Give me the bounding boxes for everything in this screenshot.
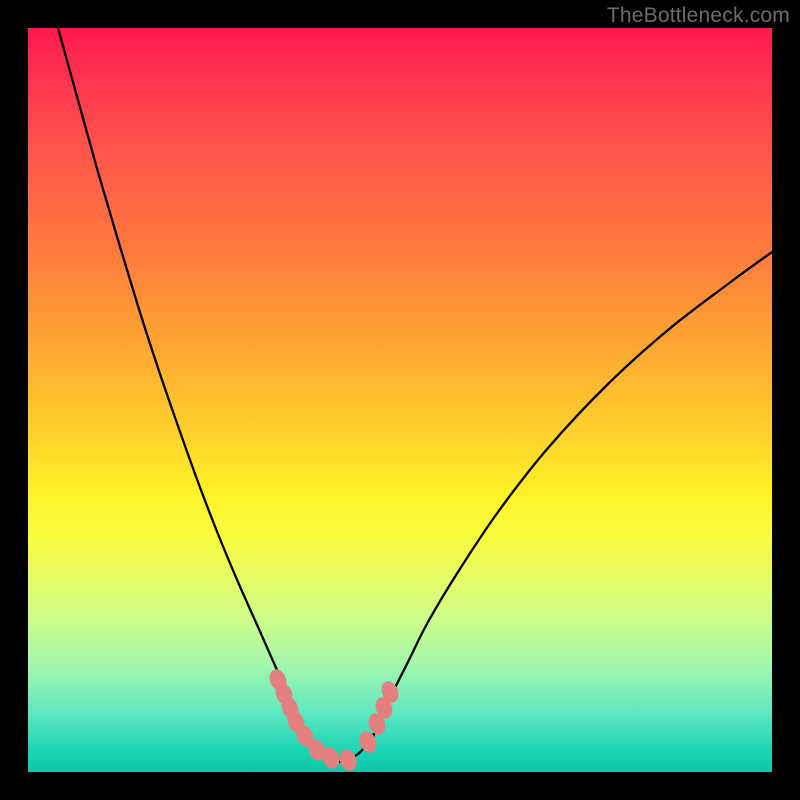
chart-frame: TheBottleneck.com bbox=[0, 0, 800, 800]
plot-area bbox=[28, 28, 772, 772]
marker-dot bbox=[337, 747, 360, 772]
curve-layer bbox=[28, 28, 772, 772]
bottleneck-curve bbox=[58, 28, 772, 762]
watermark-text: TheBottleneck.com bbox=[607, 4, 790, 28]
